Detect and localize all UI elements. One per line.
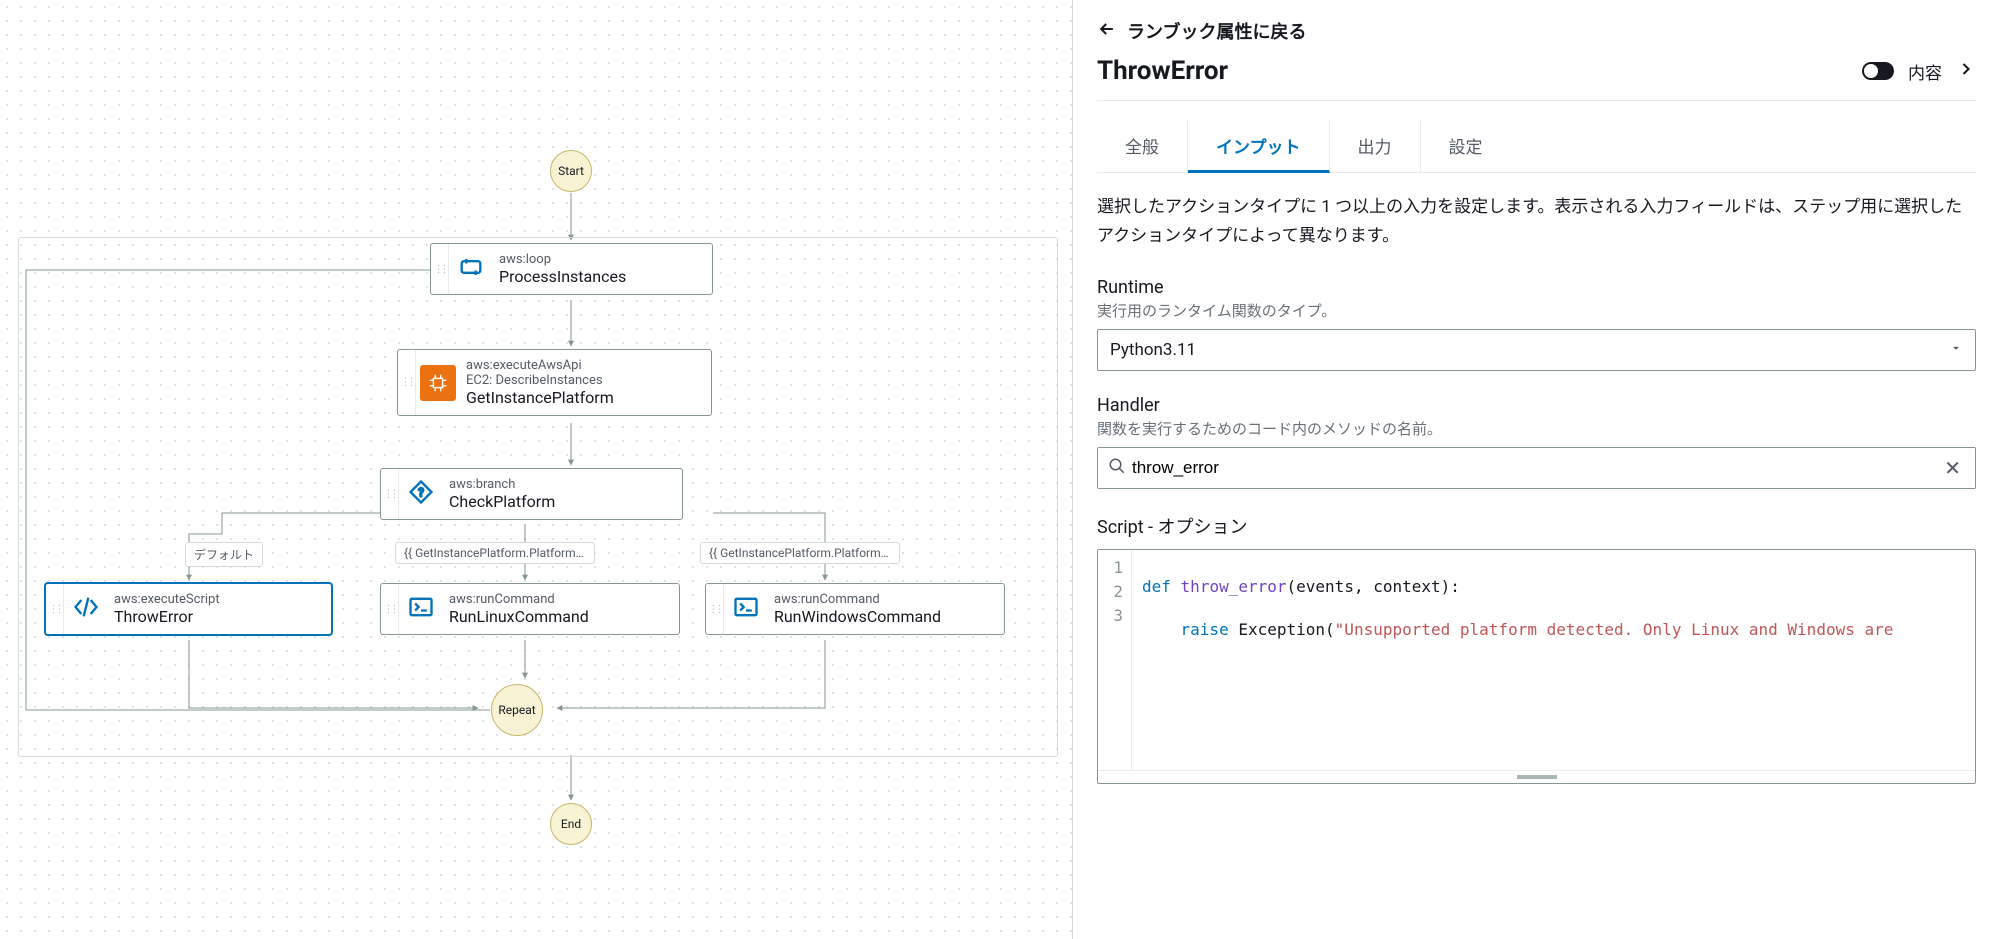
resize-handle[interactable]	[1098, 770, 1975, 783]
repeat-label: Repeat	[498, 703, 535, 717]
drag-handle-icon[interactable]	[431, 244, 449, 294]
node-action-label: aws:executeAwsApi	[466, 358, 614, 373]
node-action-label: aws:loop	[499, 252, 626, 267]
toggle-label: 内容	[1908, 59, 1942, 84]
chevron-down-icon	[1949, 340, 1963, 360]
drag-handle-icon[interactable]	[381, 469, 399, 519]
handler-input[interactable]	[1126, 448, 1940, 488]
clear-icon[interactable]: ✕	[1940, 456, 1965, 480]
edge-label-linux: {{ GetInstancePlatform.Platform }} conta…	[395, 542, 595, 564]
node-name-label: ProcessInstances	[499, 267, 626, 286]
node-name-label: RunLinuxCommand	[449, 607, 589, 626]
runtime-hint: 実行用のランタイム関数のタイプ。	[1097, 300, 1976, 321]
page-title: ThrowError	[1097, 56, 1228, 86]
terminal-icon	[732, 593, 760, 625]
node-action-label: aws:runCommand	[774, 592, 941, 607]
handler-label: Handler	[1097, 395, 1976, 416]
end-node[interactable]: End	[550, 803, 592, 845]
script-label: Script - オプション	[1097, 517, 1248, 538]
inputs-description: 選択したアクションタイプに 1 つ以上の入力を設定します。表示される入力フィール…	[1097, 193, 1976, 251]
tab-outputs[interactable]: 出力	[1330, 121, 1421, 172]
drag-handle-icon[interactable]	[381, 584, 399, 634]
node-throw-error[interactable]: aws:executeScript ThrowError	[45, 583, 332, 635]
node-run-windows[interactable]: aws:runCommand RunWindowsCommand	[705, 583, 1005, 635]
chevron-right-icon[interactable]	[1956, 59, 1976, 83]
script-editor[interactable]: 123 def throw_error(events, context): ra…	[1097, 549, 1976, 784]
node-name-label: RunWindowsCommand	[774, 607, 941, 626]
drag-handle-icon[interactable]	[706, 584, 724, 634]
chip-icon	[420, 365, 456, 401]
code-icon	[72, 593, 100, 625]
node-action-label: aws:executeScript	[114, 592, 220, 607]
content-toggle[interactable]	[1862, 62, 1894, 80]
start-node[interactable]: Start	[550, 150, 592, 192]
canvas[interactable]: Start aws:loop ProcessInstances aws:exec…	[0, 0, 1072, 939]
repeat-node[interactable]: Repeat	[491, 684, 543, 736]
node-name-label: ThrowError	[114, 607, 220, 626]
node-api[interactable]: aws:executeAwsApi EC2: DescribeInstances…	[397, 349, 712, 416]
node-action-label: aws:runCommand	[449, 592, 589, 607]
terminal-icon	[407, 593, 435, 625]
end-label: End	[561, 817, 581, 831]
tab-settings[interactable]: 設定	[1421, 121, 1511, 172]
handler-input-wrap: ✕	[1097, 447, 1976, 489]
runtime-select[interactable]: Python3.11	[1097, 329, 1976, 371]
node-run-linux[interactable]: aws:runCommand RunLinuxCommand	[380, 583, 680, 635]
tab-general[interactable]: 全般	[1097, 121, 1188, 172]
tabs: 全般 インプット 出力 設定	[1097, 121, 1976, 173]
node-loop[interactable]: aws:loop ProcessInstances	[430, 243, 713, 295]
node-action-label: aws:branch	[449, 477, 555, 492]
drag-handle-icon[interactable]	[46, 584, 64, 634]
start-label: Start	[558, 164, 584, 178]
tab-inputs[interactable]: インプット	[1188, 121, 1330, 173]
svg-text:?: ?	[418, 486, 424, 500]
search-icon	[1108, 457, 1126, 479]
line-gutter: 123	[1098, 550, 1132, 770]
node-sub-label: EC2: DescribeInstances	[466, 373, 614, 388]
loop-icon	[457, 253, 485, 285]
runtime-label: Runtime	[1097, 277, 1976, 298]
edge-label-win: {{ GetInstancePlatform.Platform }} conta…	[700, 542, 900, 564]
code-content[interactable]: def throw_error(events, context): raise …	[1132, 550, 1975, 770]
node-branch[interactable]: ? aws:branch CheckPlatform	[380, 468, 683, 520]
side-panel: ランブック属性に戻る ThrowError 内容 全般 インプット 出力 設定 …	[1072, 0, 2000, 939]
edge-label-default: デフォルト	[185, 542, 263, 567]
drag-handle-icon[interactable]	[398, 350, 416, 415]
back-button[interactable]: ランブック属性に戻る	[1097, 18, 1976, 44]
node-name-label: GetInstancePlatform	[466, 388, 614, 407]
runtime-value: Python3.11	[1110, 340, 1196, 360]
arrow-left-icon	[1097, 19, 1117, 44]
node-name-label: CheckPlatform	[449, 492, 555, 511]
branch-icon: ?	[407, 478, 435, 510]
handler-hint: 関数を実行するためのコード内のメソッドの名前。	[1097, 418, 1976, 439]
back-label: ランブック属性に戻る	[1127, 18, 1306, 44]
